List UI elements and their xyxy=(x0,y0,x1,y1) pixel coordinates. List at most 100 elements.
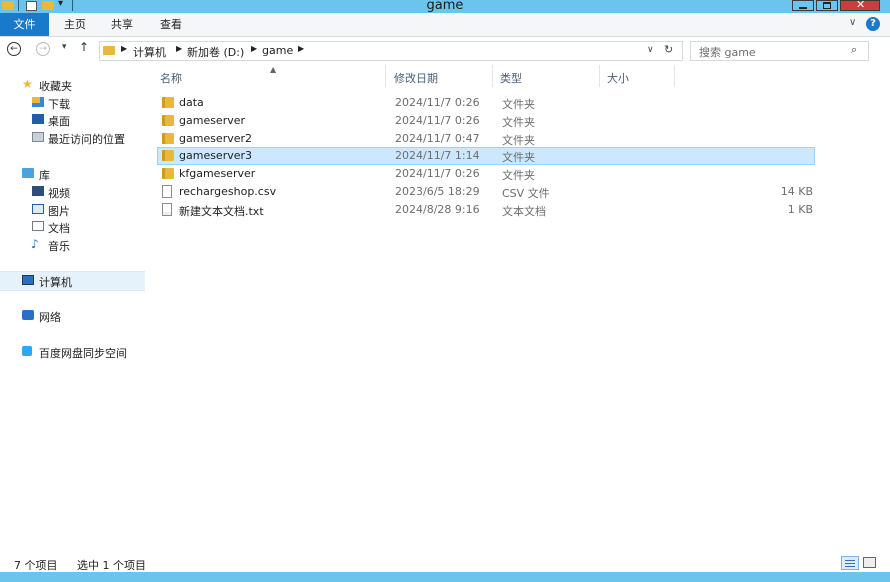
breadcrumb-game[interactable]: game xyxy=(262,44,293,57)
column-header-size[interactable]: 大小 xyxy=(607,70,629,86)
address-dropdown-icon[interactable]: ∨ xyxy=(647,45,654,55)
file-name: rechargeshop.csv xyxy=(179,185,277,198)
nav-item-videos[interactable]: 视频 xyxy=(0,183,145,201)
file-type: 文件夹 xyxy=(502,151,535,164)
title-bar[interactable]: ▾ game ✕ xyxy=(0,0,890,13)
table-row[interactable]: data 2024/11/7 0:26 文件夹 xyxy=(157,94,815,112)
close-icon: ✕ xyxy=(856,0,866,11)
file-date: 2024/11/7 0:47 xyxy=(395,132,480,145)
nav-item-libraries[interactable]: 库 xyxy=(0,165,145,183)
minimize-button[interactable] xyxy=(792,0,814,11)
file-name: 新建文本文档.txt xyxy=(179,205,264,218)
file-type: 文件夹 xyxy=(502,98,535,111)
breadcrumb-arrow-icon[interactable]: ▶ xyxy=(176,44,182,53)
maximize-button[interactable] xyxy=(816,0,838,11)
table-row[interactable]: gameserver2 2024/11/7 0:47 文件夹 xyxy=(157,130,815,148)
maximize-icon xyxy=(823,2,831,9)
nav-item-baidu-netdisk[interactable]: 百度网盘同步空间 xyxy=(0,343,145,361)
file-date: 2024/8/28 9:16 xyxy=(395,203,480,216)
network-icon xyxy=(22,310,34,320)
file-date: 2024/11/7 0:26 xyxy=(395,167,480,180)
column-divider[interactable] xyxy=(385,65,386,87)
selection-count: 选中 1 个项目 xyxy=(77,559,146,572)
downloads-icon xyxy=(32,97,44,107)
search-placeholder: 搜索 game xyxy=(699,46,756,59)
nav-item-network[interactable]: 网络 xyxy=(0,307,145,325)
close-button[interactable]: ✕ xyxy=(840,0,880,11)
file-name: gameserver xyxy=(179,114,246,127)
window-title: game xyxy=(426,0,464,13)
up-button[interactable]: ↑ xyxy=(79,40,89,54)
file-name: kfgameserver xyxy=(179,167,256,180)
tab-file[interactable]: 文件 xyxy=(0,13,49,36)
tab-share[interactable]: 共享 xyxy=(99,13,145,36)
ribbon-tabs: 文件 主页 共享 查看 ∨ ? xyxy=(0,13,890,37)
recent-locations-chevron-icon[interactable]: ▾ xyxy=(62,42,67,52)
tab-home[interactable]: 主页 xyxy=(52,13,98,36)
address-bar[interactable]: ▶ 计算机 ▶ 新加卷 (D:) ▶ game ▶ ∨ ↻ xyxy=(99,41,683,61)
breadcrumb-arrow-icon[interactable]: ▶ xyxy=(298,44,304,53)
nav-item-downloads[interactable]: 下载 xyxy=(0,94,145,112)
breadcrumb-computer[interactable]: 计算机 xyxy=(133,44,166,60)
nav-item-pictures[interactable]: 图片 xyxy=(0,201,145,219)
nav-item-computer[interactable]: 计算机 xyxy=(0,271,145,291)
folder-icon xyxy=(162,115,174,126)
nav-item-desktop[interactable]: 桌面 xyxy=(0,111,145,129)
tab-view[interactable]: 查看 xyxy=(148,13,194,36)
table-row-selected[interactable]: gameserver3 2024/11/7 1:14 文件夹 xyxy=(157,147,815,165)
column-divider[interactable] xyxy=(599,65,600,87)
file-date: 2024/11/7 1:14 xyxy=(395,149,480,162)
breadcrumb-drive[interactable]: 新加卷 (D:) xyxy=(187,44,244,60)
breadcrumb-arrow-icon[interactable]: ▶ xyxy=(121,44,127,53)
file-size: 1 KB xyxy=(787,203,813,216)
baidu-netdisk-icon xyxy=(22,346,32,356)
breadcrumb-arrow-icon[interactable]: ▶ xyxy=(251,44,257,53)
file-type: CSV 文件 xyxy=(502,187,550,200)
table-row[interactable]: 新建文本文档.txt 2024/8/28 9:16 文本文档 1 KB xyxy=(157,201,815,219)
back-button[interactable]: ← xyxy=(7,42,21,56)
video-icon xyxy=(32,186,44,196)
file-icon xyxy=(162,185,172,198)
file-type: 文件夹 xyxy=(502,169,535,182)
status-bar: 7 个项目 选中 1 个项目 xyxy=(0,549,890,572)
library-icon xyxy=(22,168,34,178)
help-icon[interactable]: ? xyxy=(866,17,880,31)
folder-icon xyxy=(103,46,115,55)
pictures-icon xyxy=(32,204,44,214)
column-header-name[interactable]: 名称 xyxy=(160,70,182,86)
chevron-down-icon[interactable]: ∨ xyxy=(849,17,856,28)
file-type: 文本文档 xyxy=(502,205,546,218)
nav-item-favorites[interactable]: ★ 收藏夹 xyxy=(0,76,145,94)
file-type: 文件夹 xyxy=(502,116,535,129)
nav-item-documents[interactable]: 文档 xyxy=(0,218,145,236)
column-divider[interactable] xyxy=(674,65,675,87)
minimize-icon xyxy=(799,7,807,9)
folder-icon xyxy=(162,97,174,108)
forward-button[interactable]: → xyxy=(36,42,50,56)
column-divider[interactable] xyxy=(492,65,493,87)
search-input[interactable]: 搜索 game ⌕ xyxy=(690,41,869,61)
recent-icon xyxy=(32,132,44,142)
nav-item-music[interactable]: ♪ 音乐 xyxy=(0,236,145,254)
navigation-pane: ★ 收藏夹 下载 桌面 最近访问的位置 库 视频 图片 文档 ♪ 音乐 计算机 … xyxy=(0,65,145,549)
file-size: 14 KB xyxy=(780,185,813,198)
search-icon[interactable]: ⌕ xyxy=(851,43,857,57)
item-count: 7 个项目 xyxy=(14,559,58,572)
column-header-type[interactable]: 类型 xyxy=(500,70,522,86)
sort-ascending-icon: ▲ xyxy=(270,65,277,74)
documents-icon xyxy=(32,221,44,231)
table-row[interactable]: rechargeshop.csv 2023/6/5 18:29 CSV 文件 1… xyxy=(157,183,815,201)
file-date: 2024/11/7 0:26 xyxy=(395,96,480,109)
column-header-date[interactable]: 修改日期 xyxy=(394,70,438,86)
details-view-icon[interactable] xyxy=(841,556,859,570)
folder-icon xyxy=(162,168,174,179)
table-row[interactable]: gameserver 2024/11/7 0:26 文件夹 xyxy=(157,112,815,130)
table-row[interactable]: kfgameserver 2024/11/7 0:26 文件夹 xyxy=(157,165,815,183)
file-date: 2023/6/5 18:29 xyxy=(395,185,480,198)
large-icons-view-icon[interactable] xyxy=(863,557,876,568)
folder-icon xyxy=(162,133,174,144)
refresh-icon[interactable]: ↻ xyxy=(664,43,673,56)
nav-item-recent[interactable]: 最近访问的位置 xyxy=(0,129,145,147)
computer-icon xyxy=(22,275,34,285)
file-name: gameserver2 xyxy=(179,132,253,145)
